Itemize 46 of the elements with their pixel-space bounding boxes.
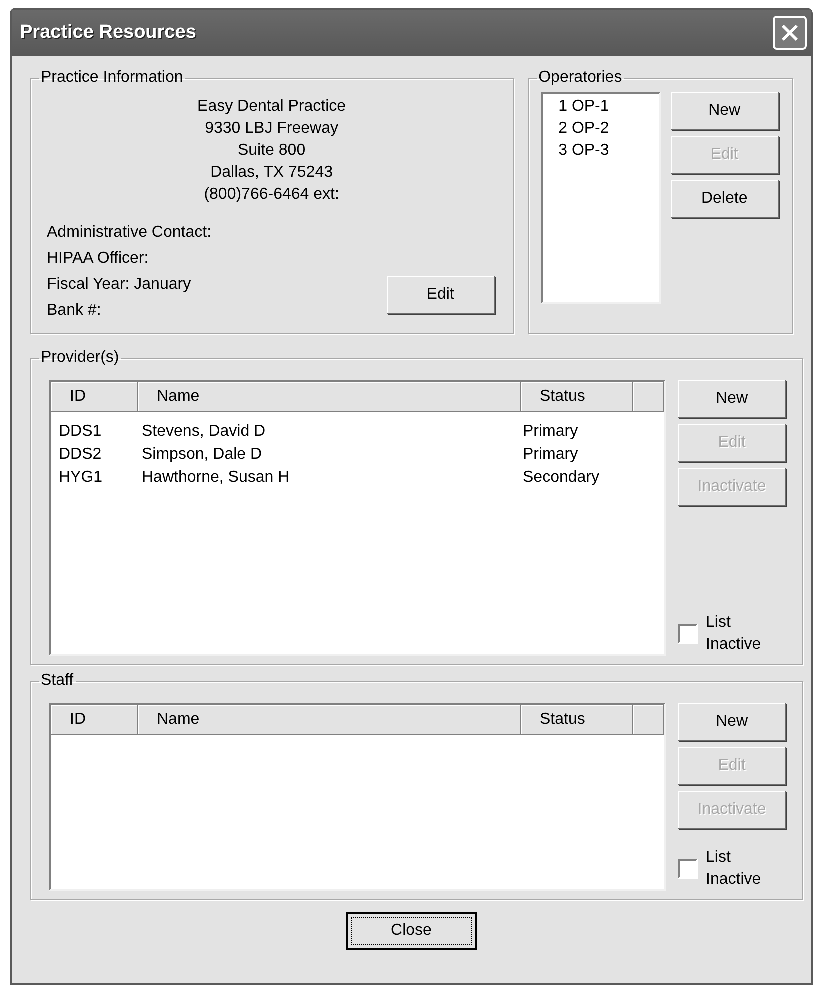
info-field: Fiscal Year: January [47,272,212,298]
id-cell-text: DDS2 [58,444,103,464]
id-cell-text: HYG1 [58,468,104,488]
checkbox[interactable] [678,859,698,879]
list-row[interactable]: HYG1 Hawthorne, Susan H Secondary [51,466,664,489]
address-line: Dallas, TX 75243 [210,163,334,183]
button[interactable]: New [678,380,786,418]
address-line: Easy Dental Practice [198,97,346,117]
column-header[interactable]: Name [138,705,521,735]
list-row[interactable]: DDS1 Stevens, David D Primary [51,420,664,443]
info-field: HIPAA Officer: [47,246,212,272]
operatory-item[interactable]: 3 OP-3 [542,140,659,162]
group-label: Provider(s) [40,348,120,368]
button[interactable]: New [670,92,779,130]
address-line: Suite 800 [238,141,306,161]
id-cell-text: DDS1 [58,422,103,442]
name-cell-text: Hawthorne, Susan H [141,468,291,488]
status-cell-text: Secondary [522,468,600,488]
close-button[interactable]: Close [346,912,477,950]
group-label: Operatories [538,68,624,88]
group-label: Practice Information [40,68,184,88]
info-field: Administrative Contact: [47,220,212,246]
column-header[interactable]: ID [51,382,138,412]
checkbox[interactable] [678,624,698,644]
button[interactable]: Edit [386,276,495,314]
column-header[interactable]: Name [138,382,521,412]
name-cell-text: Stevens, David D [141,422,267,442]
checkbox-label: List Inactive [706,848,762,890]
address-line: (800)766-6464 ext: [204,185,340,205]
column-header[interactable]: ID [51,705,138,735]
status-cell-text: Primary [522,444,580,464]
name-cell-text: Simpson, Dale D [141,444,264,464]
address-line: 9330 LBJ Freeway [205,119,338,139]
column-header[interactable]: Status [521,382,633,412]
button[interactable]: New [678,703,786,741]
close-icon[interactable] [773,16,807,50]
group-label: Staff [40,671,75,691]
column-header[interactable]: Status [521,705,633,735]
list-row[interactable]: DDS2 Simpson, Dale D Primary [51,443,664,466]
info-field: Bank #: [47,298,212,324]
window-title: Practice Resources [20,20,196,45]
button[interactable]: Delete [670,180,779,218]
status-cell-text: Primary [522,422,580,442]
operatory-item[interactable]: 2 OP-2 [542,118,659,140]
operatory-item[interactable]: 1 OP-1 [542,96,659,118]
checkbox-label: List Inactive [706,613,762,655]
